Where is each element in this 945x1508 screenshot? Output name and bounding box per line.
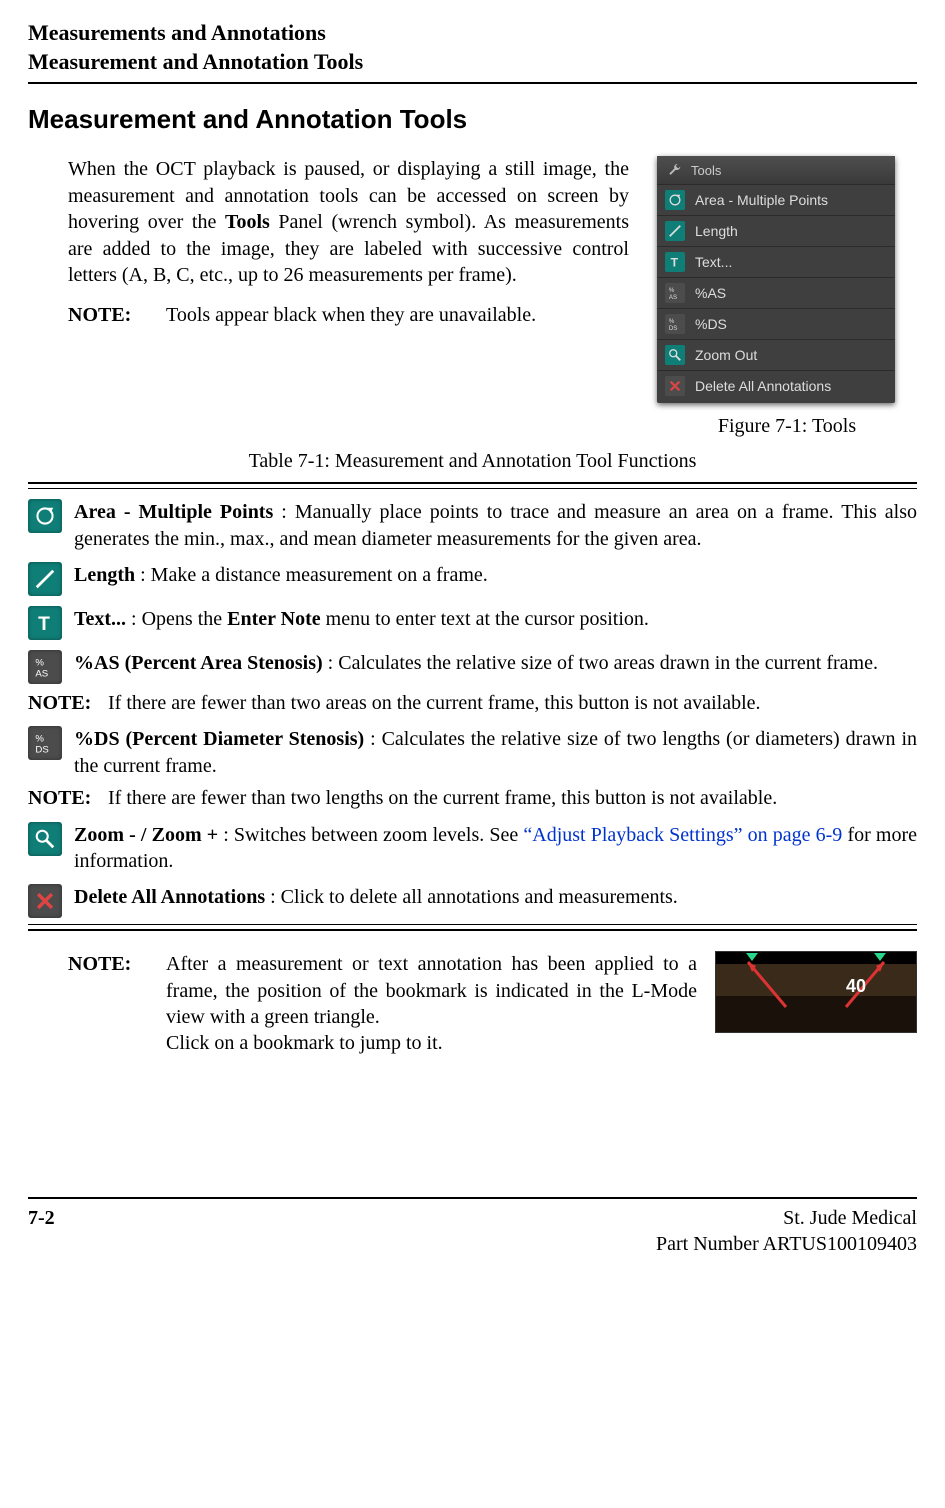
tools-panel-item[interactable]: Area - Multiple Points <box>657 184 895 215</box>
note-body: If there are fewer than two areas on the… <box>108 690 761 716</box>
svg-text:DS: DS <box>35 745 48 754</box>
tool-row-text: %AS (Percent Area Stenosis) : Calculates… <box>74 650 917 676</box>
tool-row: Area - Multiple Points : Manually place … <box>28 499 917 552</box>
as-icon: %AS <box>28 650 62 684</box>
note-label: NOTE: <box>68 302 148 328</box>
tool-row: %AS %AS (Percent Area Stenosis) : Calcula… <box>28 650 917 684</box>
tools-panel-item[interactable]: Delete All Annotations <box>657 370 895 401</box>
tools-panel-item-label: Length <box>695 222 738 240</box>
as-icon: %AS <box>665 283 685 303</box>
table-caption: Table 7-1: Measurement and Annotation To… <box>28 448 917 474</box>
note-body: Tools appear black when they are unavail… <box>166 302 629 328</box>
tools-panel-item-label: %AS <box>695 284 726 302</box>
tool-table: Area - Multiple Points : Manually place … <box>28 499 917 918</box>
intro-paragraph: When the OCT playback is paused, or disp… <box>68 156 629 288</box>
tools-panel-item-label: Text... <box>695 253 732 271</box>
tool-row: Delete All Annotations : Click to delete… <box>28 884 917 918</box>
tools-panel-item[interactable]: Zoom Out <box>657 339 895 370</box>
svg-text:T: T <box>671 256 679 270</box>
bookmark-note-text: After a measurement or text annotation h… <box>166 951 697 1057</box>
text-icon: T <box>665 252 685 272</box>
section-title: Measurement and Annotation Tools <box>28 102 917 136</box>
note-label: NOTE: <box>28 785 98 811</box>
tools-panel-title: Tools <box>691 162 721 179</box>
ds-icon: %DS <box>665 314 685 334</box>
svg-text:40: 40 <box>846 976 866 996</box>
footer-company: St. Jude Medical <box>656 1205 917 1231</box>
zoom-icon <box>665 345 685 365</box>
svg-text:DS: DS <box>669 326 678 332</box>
tools-panel-figure: Tools Area - Multiple Points Length T Text.… <box>657 156 895 403</box>
length-icon <box>665 221 685 241</box>
delete-icon <box>665 376 685 396</box>
tools-panel-item-label: Area - Multiple Points <box>695 191 828 209</box>
tool-row: Length : Make a distance measurement on … <box>28 562 917 596</box>
note-label: NOTE: <box>28 690 98 716</box>
zoom-icon <box>28 822 62 856</box>
page-number: 7-2 <box>28 1205 55 1258</box>
tools-panel-title-row: Tools <box>657 156 895 184</box>
ds-icon: %DS <box>28 726 62 760</box>
area-icon <box>665 190 685 210</box>
bookmark-note: NOTE: After a measurement or text annota… <box>68 951 917 1057</box>
tool-row-note: NOTE: If there are fewer than two lengths… <box>28 785 917 811</box>
area-icon <box>28 499 62 533</box>
lmode-bookmark-figure: 40 <box>715 951 917 1033</box>
page-footer: 7-2 St. Jude Medical Part Number ARTUS10… <box>28 1197 917 1258</box>
tools-panel-item[interactable]: %AS%AS <box>657 277 895 308</box>
svg-text:%: % <box>669 319 675 326</box>
tools-panel-item-label: %DS <box>695 315 727 333</box>
intro-column: When the OCT playback is paused, or disp… <box>68 156 629 328</box>
footer-part-number: Part Number ARTUS100109403 <box>656 1231 917 1257</box>
intro-bold-word: Tools <box>225 211 270 233</box>
running-header-chapter: Measurements and Annotations <box>28 18 917 47</box>
svg-text:AS: AS <box>669 295 677 301</box>
note-body: If there are fewer than two lengths on t… <box>108 785 777 811</box>
tools-panel-item[interactable]: Length <box>657 215 895 246</box>
tool-row-note: NOTE: If there are fewer than two areas o… <box>28 690 917 716</box>
tools-panel-item[interactable]: %DS%DS <box>657 308 895 339</box>
note-label: NOTE: <box>68 951 148 977</box>
wrench-icon <box>665 160 685 180</box>
tool-row-text: Delete All Annotations : Click to delete… <box>74 884 917 910</box>
figure-column: Tools Area - Multiple Points Length T Text.… <box>657 156 917 439</box>
tool-row-text: Area - Multiple Points : Manually place … <box>74 499 917 552</box>
tool-row: T Text... : Opens the Enter Note menu to … <box>28 606 917 640</box>
tool-row-text: Text... : Opens the Enter Note menu to e… <box>74 606 917 632</box>
tool-row-text: Length : Make a distance measurement on … <box>74 562 917 588</box>
table-top-rule <box>28 482 917 489</box>
text-icon: T <box>28 606 62 640</box>
table-bottom-rule <box>28 924 917 931</box>
svg-text:%: % <box>35 658 44 669</box>
tools-panel-item-label: Zoom Out <box>695 346 757 364</box>
header-rule <box>28 82 917 84</box>
tool-row: %DS %DS (Percent Diameter Stenosis) : Cal… <box>28 726 917 779</box>
tools-panel-item-label: Delete All Annotations <box>695 377 831 395</box>
svg-text:%: % <box>35 734 44 745</box>
svg-text:T: T <box>38 614 50 634</box>
length-icon <box>28 562 62 596</box>
cross-reference-link[interactable]: “Adjust Playback Settings” on page 6-9 <box>523 824 842 846</box>
tool-row-text: %DS (Percent Diameter Stenosis) : Calcul… <box>74 726 917 779</box>
svg-text:AS: AS <box>35 669 48 678</box>
tool-row: Zoom - / Zoom + : Switches between zoom … <box>28 822 917 875</box>
tool-row-text: Zoom - / Zoom + : Switches between zoom … <box>74 822 917 875</box>
running-header-section: Measurement and Annotation Tools <box>28 47 917 76</box>
figure-caption: Figure 7-1: Tools <box>657 413 917 439</box>
delete-icon <box>28 884 62 918</box>
intro-note: NOTE: Tools appear black when they are u… <box>68 302 629 328</box>
svg-text:%: % <box>669 288 675 295</box>
tools-panel-item[interactable]: T Text... <box>657 246 895 277</box>
